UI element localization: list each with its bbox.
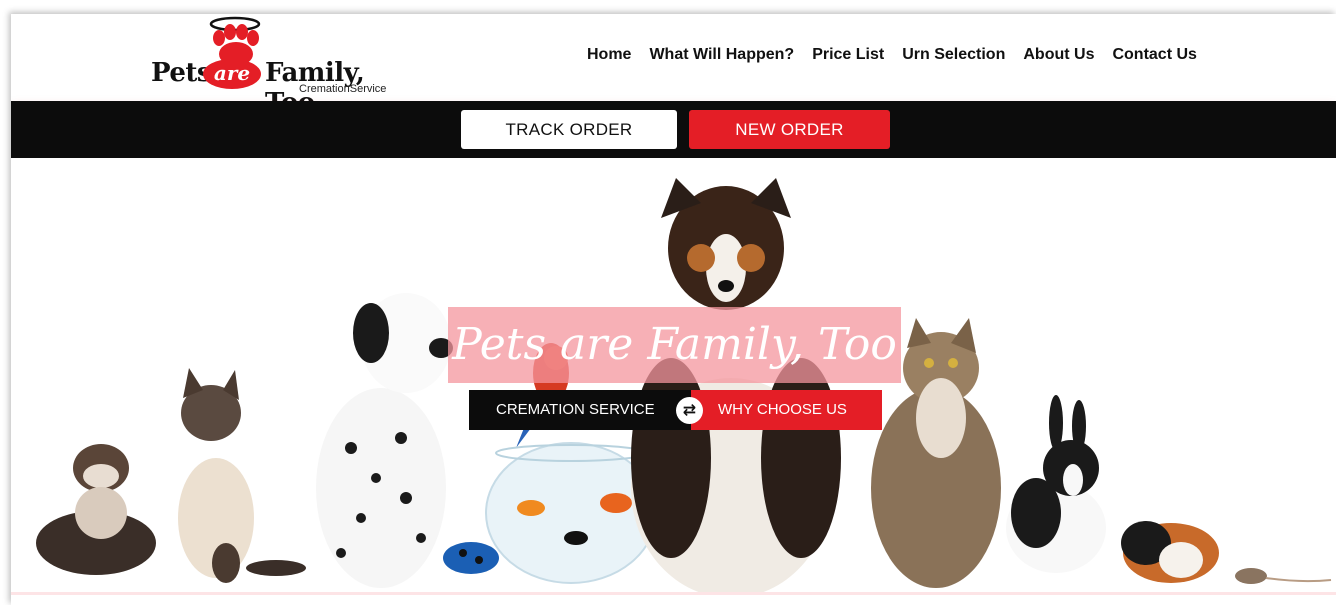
new-order-button[interactable]: NEW ORDER — [689, 110, 890, 149]
guinea-pig-image — [1121, 521, 1219, 583]
hero-banner: Pets are Family, Too CREMATION SERVICE W… — [11, 158, 1336, 593]
why-choose-us-button[interactable]: WHY CHOOSE US — [691, 390, 882, 430]
swap-arrows-icon: ⇄ — [676, 397, 703, 424]
rabbit-image — [1006, 395, 1106, 573]
nav-what-will-happen[interactable]: What Will Happen? — [649, 46, 794, 64]
logo-subtitle: CremationService — [299, 83, 387, 95]
hero-tagline: Pets are Family, Too — [448, 307, 901, 383]
nav-price-list[interactable]: Price List — [812, 46, 884, 64]
site-header: Pets are Family, Too CremationService Ho… — [11, 14, 1336, 118]
siamese-cat-image — [178, 368, 306, 583]
cremation-service-button[interactable]: CREMATION SERVICE — [469, 390, 691, 430]
nav-about-us[interactable]: About Us — [1023, 46, 1094, 64]
mouse-image — [1235, 568, 1332, 584]
page-frame: Pets are Family, Too CremationService Ho… — [11, 14, 1336, 605]
order-bar: TRACK ORDER NEW ORDER — [11, 101, 1336, 158]
frog-image — [443, 542, 499, 574]
site-logo[interactable]: Pets are Family, Too CremationService — [147, 16, 409, 118]
fishbowl-image — [485, 442, 657, 584]
nav-urn-selection[interactable]: Urn Selection — [902, 46, 1005, 64]
collie-dog-image — [631, 178, 841, 593]
track-order-button[interactable]: TRACK ORDER — [461, 110, 677, 149]
nav-contact-us[interactable]: Contact Us — [1112, 46, 1196, 64]
hero-bottom-strip — [11, 592, 1336, 605]
dalmatian-image — [316, 293, 453, 588]
nav-home[interactable]: Home — [587, 46, 631, 64]
logo-text-are: are — [203, 59, 261, 89]
main-nav: Home What Will Happen? Price List Urn Se… — [587, 46, 1215, 64]
ferret-image — [36, 444, 156, 575]
